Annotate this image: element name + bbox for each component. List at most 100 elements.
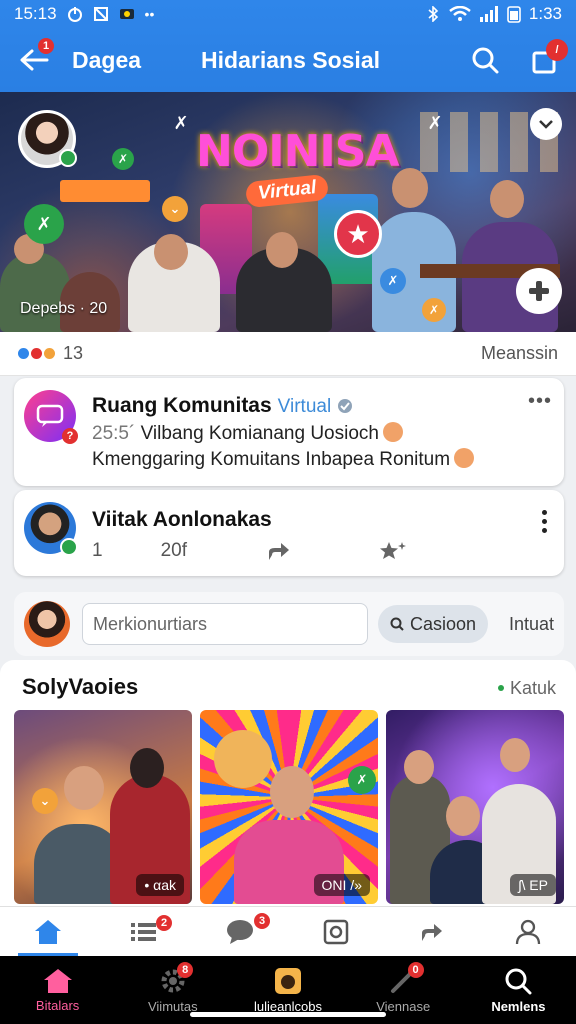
post-text-1: Vilbang Komianang Uosioch bbox=[140, 423, 379, 444]
search-button[interactable] bbox=[468, 43, 502, 77]
post-line-1: 25:5´ Vilbang Komianang Uosioch bbox=[92, 422, 403, 445]
event-logo: NOINISA Virtual bbox=[196, 118, 400, 210]
shuffle-chip-icon: ✗ bbox=[348, 766, 376, 794]
post-card[interactable]: ? Ruang Komunitas Virtual 25:5´ Vilbang K… bbox=[14, 378, 564, 486]
tab-list[interactable]: 2 bbox=[96, 907, 192, 956]
back-button[interactable]: 1 bbox=[14, 38, 54, 80]
status-bar: 15:13 •• 1:33 bbox=[0, 0, 576, 28]
app-left-title: Dagea bbox=[72, 46, 142, 73]
story-label: • αak bbox=[136, 874, 184, 896]
shuffle-chip-icon[interactable]: ✗ bbox=[24, 204, 64, 244]
see-all-label: Katuk bbox=[509, 678, 556, 698]
cross-chip-icon: ⌄ bbox=[32, 788, 58, 814]
hero-games-button[interactable] bbox=[516, 268, 562, 314]
person-head bbox=[404, 750, 434, 784]
post-author[interactable]: Ruang Komunitas Virtual bbox=[92, 394, 353, 418]
tab-messages[interactable]: 3 bbox=[192, 907, 288, 956]
person-head bbox=[446, 796, 480, 836]
nav-settings-label: Viimutas bbox=[147, 998, 198, 1014]
bear-app-icon bbox=[275, 967, 301, 994]
post-options-button[interactable]: ••• bbox=[528, 390, 552, 413]
post-tag[interactable]: Virtual bbox=[278, 396, 332, 417]
host-avatar[interactable] bbox=[18, 110, 77, 168]
tab-share[interactable] bbox=[384, 907, 480, 956]
section-title: SolyVaoies bbox=[22, 674, 139, 699]
chat-icon bbox=[227, 919, 253, 944]
eye-icon bbox=[119, 9, 134, 19]
hero-collapse-button[interactable] bbox=[530, 108, 562, 140]
reaction-icons bbox=[18, 348, 55, 359]
tab-camera[interactable] bbox=[288, 907, 384, 956]
post-author-name[interactable]: Viitak Aonlonakas bbox=[92, 508, 272, 532]
post-author-name: Ruang Komunitas bbox=[92, 394, 272, 417]
comment-input[interactable]: Merkionurtiars bbox=[82, 603, 368, 645]
nav-home[interactable]: Bitalars bbox=[0, 956, 115, 1024]
gamepad-icon bbox=[529, 281, 549, 301]
cross-chip-icon: ✗ bbox=[427, 112, 443, 133]
battery-icon bbox=[507, 6, 521, 23]
post-timestamp: 25:5´ bbox=[92, 423, 136, 444]
chat-bubble-icon bbox=[36, 404, 64, 427]
hero-caption: Depebs · 20 bbox=[20, 300, 108, 317]
story-card[interactable]: ⌄ • αak bbox=[14, 710, 192, 904]
hero-banner[interactable]: NOINISA Virtual ✗ ✗ ⌄ ✗ ✗ ★ ✗ ✗ Depebs ·… bbox=[0, 92, 576, 332]
share-arrow-icon bbox=[422, 923, 442, 941]
more-status-icon: •• bbox=[144, 6, 155, 22]
person-head bbox=[130, 748, 164, 788]
bear-mascot bbox=[214, 730, 272, 788]
chevron-down-icon bbox=[539, 120, 553, 129]
reactions-row[interactable]: 13 Meanssin bbox=[0, 332, 576, 376]
comment-bar: Merkionurtiars Casioon Intuat bbox=[14, 592, 564, 656]
page-title: Hidarians Sosial bbox=[201, 46, 381, 73]
nav-search[interactable]: Nemlens bbox=[461, 956, 576, 1024]
user-avatar[interactable] bbox=[24, 502, 78, 556]
event-logo-subtitle: Virtual bbox=[244, 173, 330, 209]
tab-home[interactable] bbox=[0, 907, 96, 956]
tools-badge: 0 bbox=[407, 962, 424, 978]
settings-badge: 8 bbox=[177, 962, 194, 978]
notifications-button[interactable]: / bbox=[528, 39, 568, 77]
post-link[interactable]: Intuat bbox=[509, 614, 554, 635]
cross-chip-icon: ⌄ bbox=[162, 196, 188, 222]
signal-icon bbox=[479, 6, 498, 22]
list-icon bbox=[131, 922, 156, 941]
person-head bbox=[490, 180, 524, 218]
post-card[interactable]: Viitak Aonlonakas 1 20f bbox=[14, 490, 564, 576]
post-stats: 1 20f bbox=[92, 540, 407, 562]
post-menu-button[interactable] bbox=[542, 510, 548, 537]
view-count: 20f bbox=[160, 540, 187, 561]
app-tab-bar: 2 3 bbox=[0, 906, 576, 956]
cross-chip-icon: ✗ bbox=[422, 298, 446, 322]
power-icon bbox=[67, 7, 82, 22]
app-bar: 1 Dagea Hidarians Sosial / bbox=[0, 28, 576, 92]
nav-search-label: Nemlens bbox=[491, 998, 546, 1014]
story-card[interactable]: ʃ\ EP bbox=[386, 710, 564, 904]
person-head bbox=[64, 766, 104, 810]
search-chip-button[interactable]: Casioon bbox=[378, 605, 489, 643]
online-indicator bbox=[59, 149, 77, 167]
notification-badge: / bbox=[546, 39, 568, 61]
status-time: 15:13 bbox=[14, 4, 57, 23]
story-card[interactable]: ✗ ONI /» bbox=[200, 710, 378, 904]
search-icon bbox=[390, 617, 404, 631]
comments-link[interactable]: Meanssin bbox=[481, 343, 558, 364]
smile-emoji-icon bbox=[454, 448, 475, 468]
verified-icon bbox=[338, 399, 353, 413]
search-icon bbox=[472, 47, 499, 74]
bluetooth-icon bbox=[428, 6, 439, 22]
person-head bbox=[500, 738, 530, 772]
home-indicator[interactable] bbox=[190, 1012, 386, 1017]
stories-section: SolyVaoies Katuk ⌄ • αak ✗ ONI /» ʃ\ EP bbox=[0, 660, 576, 906]
event-logo-title: NOINISA bbox=[196, 126, 400, 177]
search-icon bbox=[505, 968, 532, 994]
see-all-link[interactable]: Katuk bbox=[497, 678, 556, 699]
person-head bbox=[266, 232, 298, 268]
community-avatar[interactable]: ? bbox=[24, 390, 78, 444]
my-avatar bbox=[24, 601, 70, 647]
star-sparkle-icon[interactable] bbox=[379, 540, 407, 562]
star-button-icon[interactable]: ★ bbox=[334, 210, 382, 258]
share-arrow-icon[interactable] bbox=[267, 540, 291, 562]
nav-home-label: Bitalars bbox=[35, 997, 80, 1013]
tab-profile[interactable] bbox=[480, 907, 576, 956]
person-icon bbox=[515, 919, 541, 944]
